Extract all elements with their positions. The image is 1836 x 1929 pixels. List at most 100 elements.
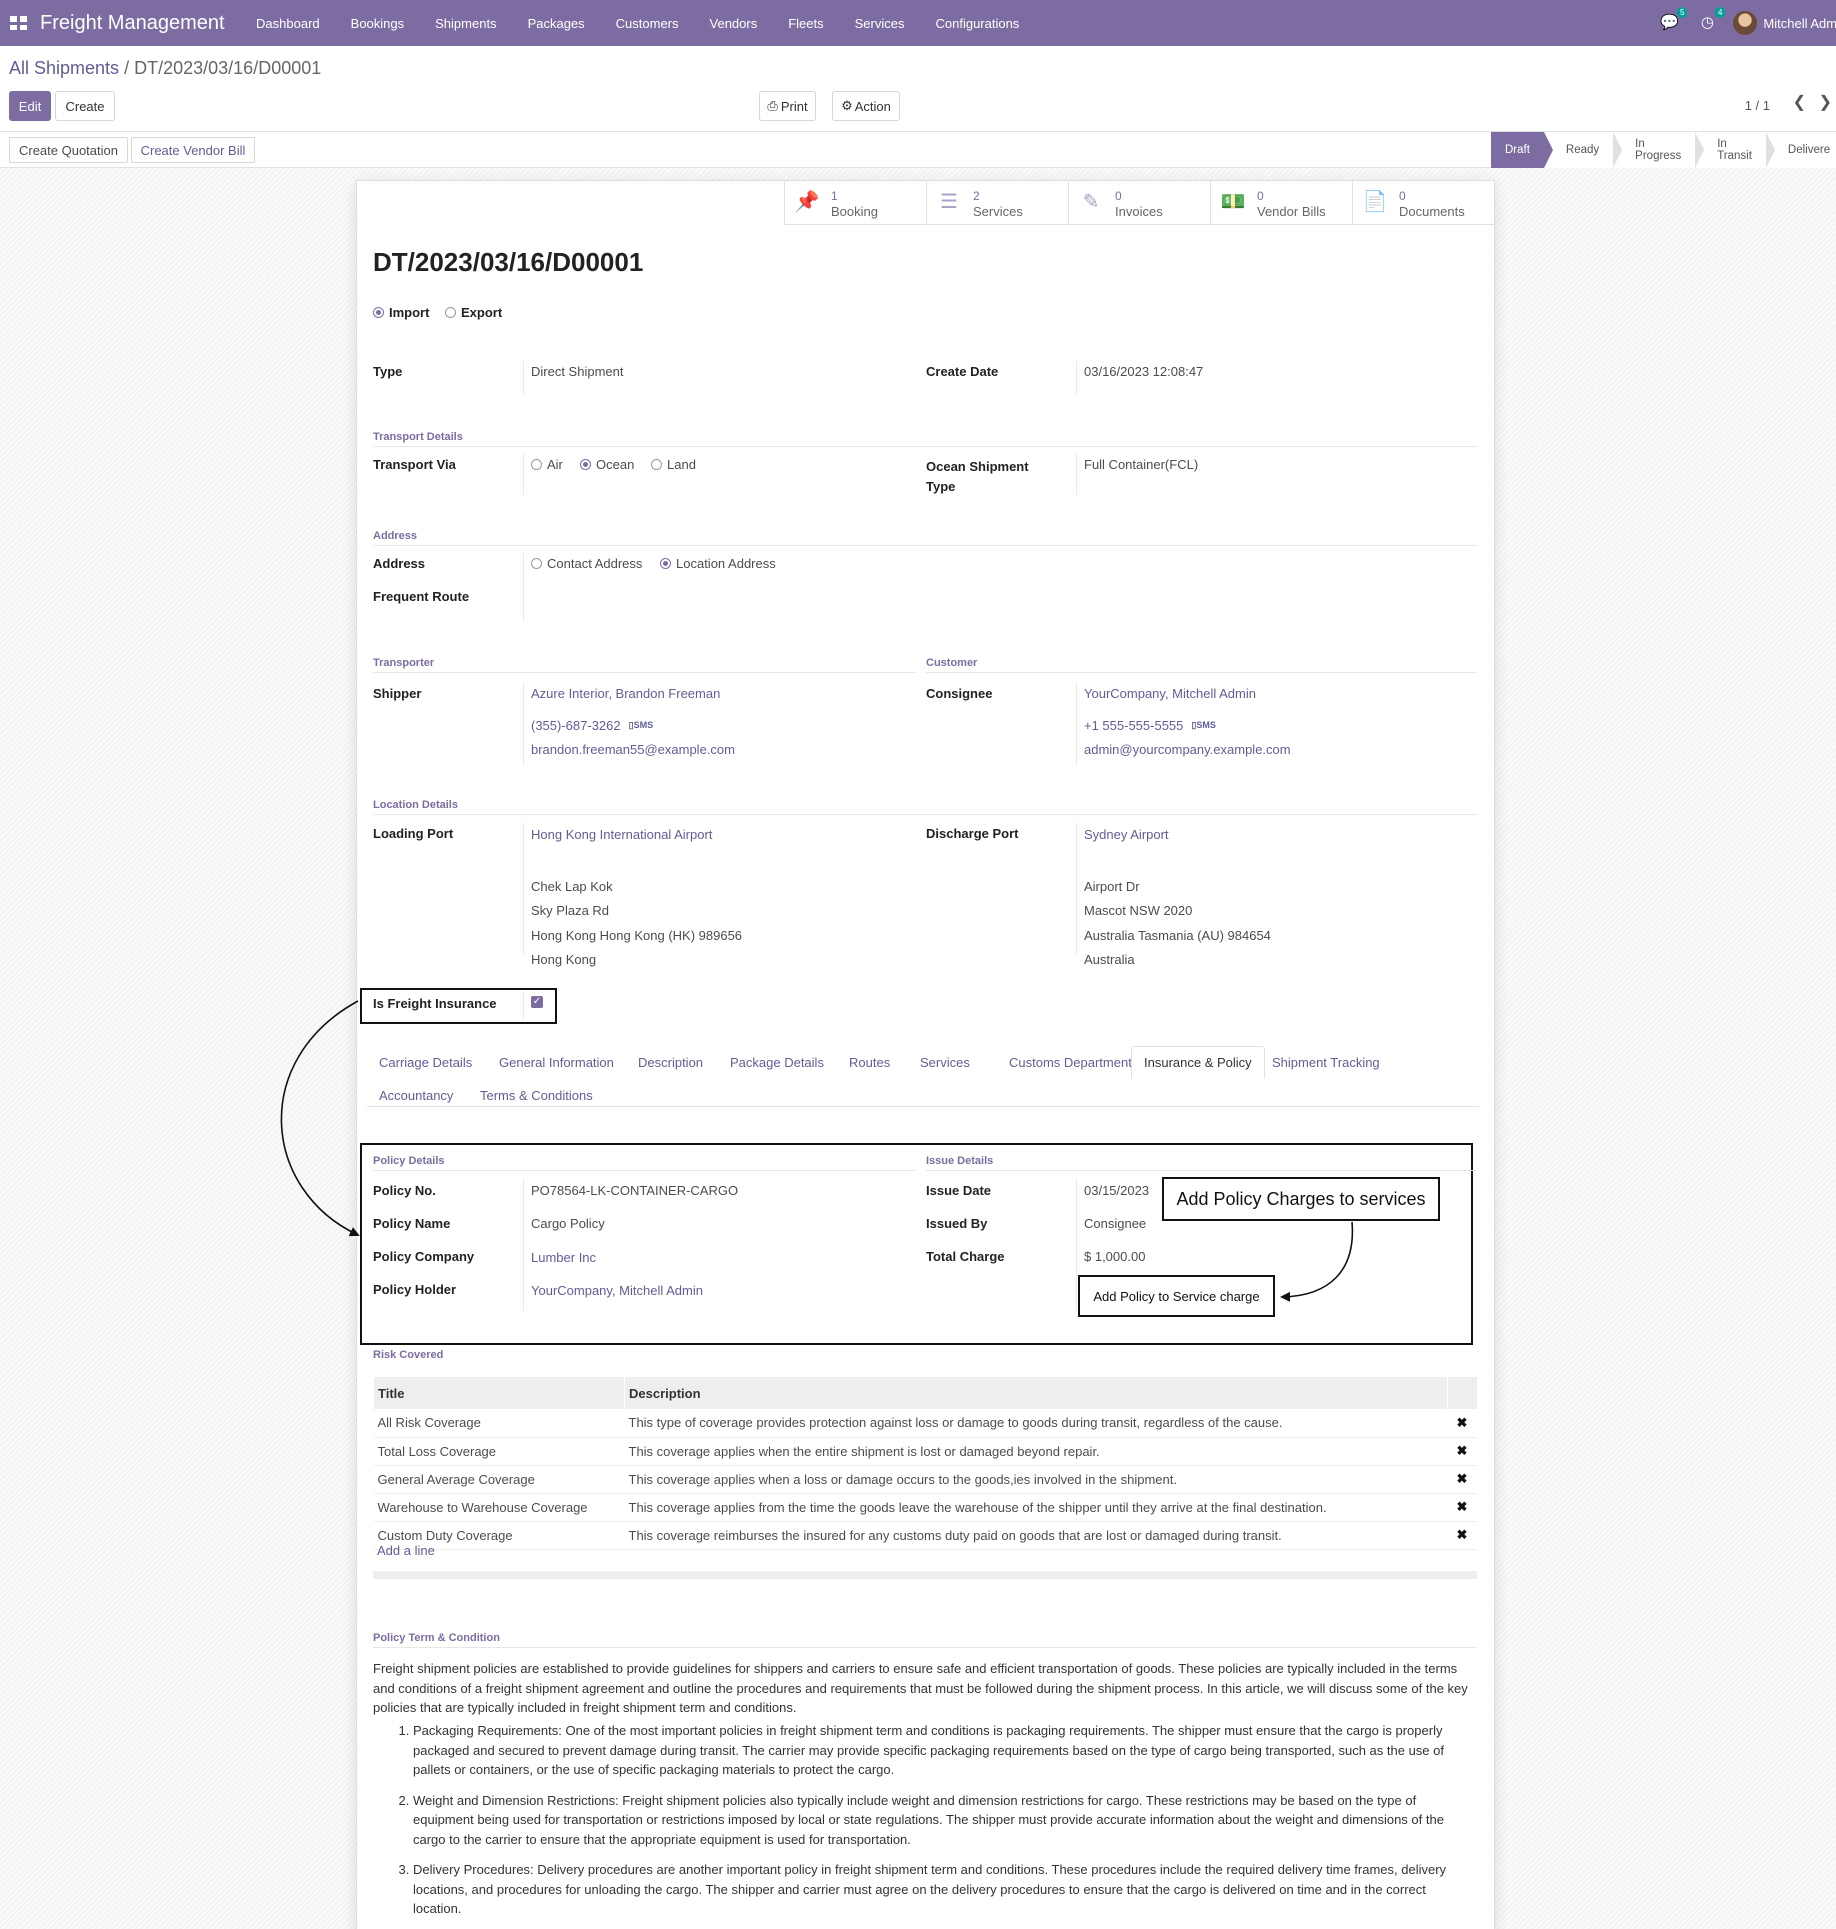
user-name[interactable]: Mitchell Admi <box>1763 16 1836 31</box>
shipper-sms-button[interactable]: ▯SMS <box>629 720 653 730</box>
transport-air-option[interactable]: Air <box>531 457 563 472</box>
tab-shipment-tracking[interactable]: Shipment Tracking <box>1260 1047 1392 1078</box>
risk-description[interactable]: This coverage applies from the time the … <box>624 1493 1447 1522</box>
table-row[interactable]: General Average Coverage This coverage ap… <box>373 1465 1477 1494</box>
risk-description[interactable]: This type of coverage provides protectio… <box>624 1409 1447 1438</box>
menu-bookings[interactable]: Bookings <box>335 16 419 31</box>
freight-insurance-checkbox[interactable]: ✓ <box>531 996 543 1008</box>
stage-delivered[interactable]: Delivere <box>1765 132 1836 168</box>
radio-ocean[interactable] <box>580 459 591 470</box>
consignee-phone[interactable]: +1 555-555-5555 <box>1084 718 1183 733</box>
menu-dashboard[interactable]: Dashboard <box>241 16 336 31</box>
risk-title[interactable]: All Risk Coverage <box>373 1409 625 1438</box>
transport-land-option[interactable]: Land <box>651 457 696 472</box>
total-charge-value[interactable]: $ 1,000.00 <box>1084 1249 1145 1264</box>
direction-radio-import[interactable]: Import <box>373 305 429 320</box>
delete-row-icon[interactable]: ✖ <box>1447 1493 1477 1522</box>
create-button[interactable]: Create <box>55 91 115 121</box>
tab-terms-conditions[interactable]: Terms & Conditions <box>468 1080 605 1111</box>
booking-smart-button[interactable]: 📌 1 Booking <box>784 181 926 225</box>
tab-insurance-policy[interactable]: Insurance & Policy <box>1131 1046 1265 1079</box>
table-row[interactable]: Warehouse to Warehouse Coverage This cove… <box>373 1493 1477 1522</box>
menu-customers[interactable]: Customers <box>600 16 694 31</box>
discharge-port-value[interactable]: Sydney Airport <box>1084 827 1169 842</box>
column-title[interactable]: Title <box>373 1377 625 1409</box>
app-brand[interactable]: Freight Management <box>40 12 225 35</box>
type-value[interactable]: Direct Shipment <box>531 364 623 379</box>
avatar[interactable] <box>1733 11 1758 35</box>
contact-address-option[interactable]: Contact Address <box>531 556 642 571</box>
delete-row-icon[interactable]: ✖ <box>1447 1465 1477 1494</box>
tab-package-details[interactable]: Package Details <box>718 1047 836 1078</box>
policy-no-value[interactable]: PO78564-LK-CONTAINER-CARGO <box>531 1183 738 1198</box>
documents-smart-button[interactable]: 📄 0 Documents <box>1352 181 1494 225</box>
radio-land[interactable] <box>651 459 662 470</box>
direction-radio-export[interactable]: Export <box>445 305 502 320</box>
menu-packages[interactable]: Packages <box>512 16 600 31</box>
delete-row-icon[interactable]: ✖ <box>1447 1409 1477 1438</box>
table-row[interactable]: All Risk Coverage This type of coverage p… <box>373 1409 1477 1438</box>
vendor-bills-smart-button[interactable]: 💵 0 Vendor Bills <box>1210 181 1352 225</box>
loading-port-value[interactable]: Hong Kong International Airport <box>531 827 712 842</box>
menu-services[interactable]: Services <box>839 16 920 31</box>
policy-name-value[interactable]: Cargo Policy <box>531 1216 605 1231</box>
create-quotation-button[interactable]: Create Quotation <box>9 137 128 163</box>
menu-shipments[interactable]: Shipments <box>420 16 512 31</box>
menu-configurations[interactable]: Configurations <box>920 16 1035 31</box>
radio-location-address[interactable] <box>660 558 671 569</box>
apps-menu-icon[interactable] <box>10 16 27 30</box>
invoices-smart-button[interactable]: ✎ 0 Invoices <box>1068 181 1210 225</box>
pager-previous-icon[interactable]: ❮ <box>1793 92 1806 112</box>
tab-general-information[interactable]: General Information <box>487 1047 626 1078</box>
pager-value[interactable]: 1 / 1 <box>1745 98 1770 113</box>
issued-by-value[interactable]: Consignee <box>1084 1216 1146 1231</box>
policy-company-value[interactable]: Lumber Inc <box>531 1250 596 1265</box>
consignee-sms-button[interactable]: ▯SMS <box>1191 720 1215 730</box>
risk-title[interactable]: General Average Coverage <box>373 1465 625 1494</box>
consignee-email[interactable]: admin@yourcompany.example.com <box>1084 742 1291 757</box>
table-row[interactable]: Total Loss Coverage This coverage applies… <box>373 1437 1477 1466</box>
tab-carriage-details[interactable]: Carriage Details <box>367 1047 484 1078</box>
add-line-link[interactable]: Add a line <box>377 1543 435 1558</box>
risk-title[interactable]: Warehouse to Warehouse Coverage <box>373 1493 625 1522</box>
shipper-phone[interactable]: (355)-687-3262 <box>531 718 621 733</box>
menu-vendors[interactable]: Vendors <box>694 16 773 31</box>
messages-icon[interactable]: 💬 5 <box>1657 7 1688 33</box>
menu-fleets[interactable]: Fleets <box>773 16 839 31</box>
table-row[interactable]: Custom Duty Coverage This coverage reimbu… <box>373 1521 1477 1550</box>
breadcrumb-parent[interactable]: All Shipments <box>9 58 119 78</box>
add-policy-to-service-charge-button[interactable]: Add Policy to Service charge <box>1078 1275 1275 1317</box>
activities-icon[interactable]: ◷ 4 <box>1695 7 1726 33</box>
radio-air[interactable] <box>531 459 542 470</box>
stage-in-progress[interactable]: In Progress <box>1613 132 1705 168</box>
tab-accountancy[interactable]: Accountancy <box>367 1080 465 1111</box>
print-button[interactable]: ⎙ Print <box>759 91 816 121</box>
issue-date-value[interactable]: 03/15/2023 <box>1084 1183 1149 1198</box>
stage-in-transit[interactable]: In Transit <box>1695 132 1775 168</box>
location-address-option[interactable]: Location Address <box>660 556 776 571</box>
services-smart-button[interactable]: ☰ 2 Services <box>926 181 1068 225</box>
tab-description[interactable]: Description <box>626 1047 715 1078</box>
shipper-email[interactable]: brandon.freeman55@example.com <box>531 742 735 757</box>
tab-services[interactable]: Services <box>908 1047 982 1078</box>
pager-next-icon[interactable]: ❯ <box>1819 92 1832 112</box>
ocean-shipment-type-value[interactable]: Full Container(FCL) <box>1084 457 1198 472</box>
transport-ocean-option[interactable]: Ocean <box>580 457 634 472</box>
delete-row-icon[interactable]: ✖ <box>1447 1521 1477 1550</box>
tab-customs-department[interactable]: Customs Department <box>997 1047 1144 1078</box>
radio-export[interactable] <box>445 307 456 318</box>
consignee-name[interactable]: YourCompany, Mitchell Admin <box>1084 686 1256 701</box>
risk-title[interactable]: Total Loss Coverage <box>373 1437 625 1466</box>
risk-description[interactable]: This coverage applies when a loss or dam… <box>624 1465 1447 1494</box>
radio-import[interactable] <box>373 307 384 318</box>
shipper-name[interactable]: Azure Interior, Brandon Freeman <box>531 686 720 701</box>
policy-holder-value[interactable]: YourCompany, Mitchell Admin <box>531 1283 703 1298</box>
stage-ready[interactable]: Ready <box>1543 132 1623 168</box>
create-vendor-bill-button[interactable]: Create Vendor Bill <box>131 137 255 163</box>
stage-draft[interactable]: Draft <box>1491 132 1553 168</box>
tab-routes[interactable]: Routes <box>837 1047 902 1078</box>
radio-contact-address[interactable] <box>531 558 542 569</box>
risk-description[interactable]: This coverage reimburses the insured for… <box>624 1521 1447 1550</box>
delete-row-icon[interactable]: ✖ <box>1447 1437 1477 1466</box>
edit-button[interactable]: Edit <box>9 91 51 121</box>
